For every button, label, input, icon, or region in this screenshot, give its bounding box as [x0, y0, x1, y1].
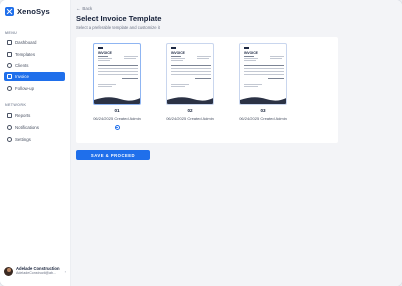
template-number: 03 [260, 108, 266, 113]
followup-icon [7, 86, 12, 91]
sidebar-item-label: Clients [15, 63, 29, 68]
template-radio-selected[interactable] [114, 125, 120, 130]
template-date: 06/24/2025 [93, 116, 114, 121]
document-title: INVOICE [98, 51, 112, 55]
template-preview[interactable]: INVOICE [166, 43, 214, 105]
sidebar-item-notifications[interactable]: Notifications [4, 123, 65, 132]
sidebar-item-clients[interactable]: Clients [4, 61, 65, 70]
template-date: 06/24/2025 [166, 116, 187, 121]
template-date: 06/24/2025 [239, 116, 260, 121]
document-logo-icon [171, 47, 176, 49]
template-author: Created Admin [187, 116, 214, 121]
app-window: XenoSys MENU Dashboard Templates Clients… [0, 0, 402, 286]
sidebar-item-label: Dashboard [15, 40, 37, 45]
template-preview[interactable]: INVOICE [239, 43, 287, 105]
sidebar-item-dashboard[interactable]: Dashboard [4, 38, 65, 47]
page-subtitle: Select a preferable template and customi… [76, 25, 160, 30]
brand-name: XenoSys [17, 7, 50, 16]
invoice-icon [7, 74, 12, 79]
user-email: AdeladeConstructi@ab... [16, 271, 57, 275]
chevron-right-icon[interactable]: › [65, 269, 66, 274]
template-meta: 06/24/2025 Created Admin [239, 116, 287, 121]
document-logo-icon [98, 47, 103, 49]
template-preview[interactable]: INVOICE [93, 43, 141, 105]
menu-section-label: MENU [5, 31, 18, 35]
sidebar-item-label: Reports [15, 113, 31, 118]
sidebar-item-label: Settings [15, 137, 31, 142]
sidebar-item-label: Notifications [15, 125, 39, 130]
sidebar-item-label: Invoice [15, 74, 29, 79]
save-and-proceed-button[interactable]: SAVE & PROCEED [76, 150, 150, 160]
footer-wave [94, 97, 140, 104]
gear-icon [7, 137, 12, 142]
avatar [4, 266, 13, 276]
sidebar-item-templates[interactable]: Templates [4, 50, 65, 59]
footer-wave [167, 97, 213, 104]
sidebar-item-follow-up[interactable]: Follow-up [4, 84, 65, 93]
template-option-01[interactable]: INVOICE 01 06/24/2025 Created Admin [93, 43, 141, 135]
document-logo-icon [244, 47, 249, 49]
reports-icon [7, 113, 12, 118]
template-icon [7, 52, 12, 57]
sidebar-item-reports[interactable]: Reports [4, 111, 65, 120]
footer-wave [240, 97, 286, 104]
back-link[interactable]: ← Back [76, 6, 92, 11]
brand[interactable]: XenoSys [5, 7, 50, 16]
template-author: Created Admin [114, 116, 141, 121]
template-option-03[interactable]: INVOICE 03 06/24/2025 Created Admin [239, 43, 287, 135]
network-section-label: NETWORK [5, 103, 27, 107]
sidebar-item-label: Follow-up [15, 86, 35, 91]
template-panel: INVOICE 01 06/24/2025 Created Admin INVO… [76, 37, 338, 143]
grid-icon [7, 40, 12, 45]
bell-icon [7, 125, 12, 130]
sidebar-item-label: Templates [15, 52, 36, 57]
sidebar-item-settings[interactable]: Settings [4, 135, 65, 144]
user-profile[interactable]: Adelade Construction AdeladeConstructi@a… [4, 264, 66, 278]
document-title: INVOICE [244, 51, 258, 55]
sidebar-item-invoice[interactable]: Invoice [4, 72, 65, 81]
sidebar: XenoSys MENU Dashboard Templates Clients… [0, 0, 71, 286]
main-content: ← Back Select Invoice Template Select a … [71, 0, 402, 286]
users-icon [7, 63, 12, 68]
template-meta: 06/24/2025 Created Admin [93, 116, 141, 121]
arrow-left-icon: ← [76, 6, 81, 11]
template-number: 02 [187, 108, 193, 113]
template-author: Created Admin [260, 116, 287, 121]
template-meta: 06/24/2025 Created Admin [166, 116, 214, 121]
page-title: Select Invoice Template [76, 14, 162, 23]
document-title: INVOICE [171, 51, 185, 55]
template-option-02[interactable]: INVOICE 02 06/24/2025 Created Admin [166, 43, 214, 135]
back-label: Back [82, 6, 93, 11]
logo-icon [5, 7, 14, 16]
template-number: 01 [114, 108, 120, 113]
